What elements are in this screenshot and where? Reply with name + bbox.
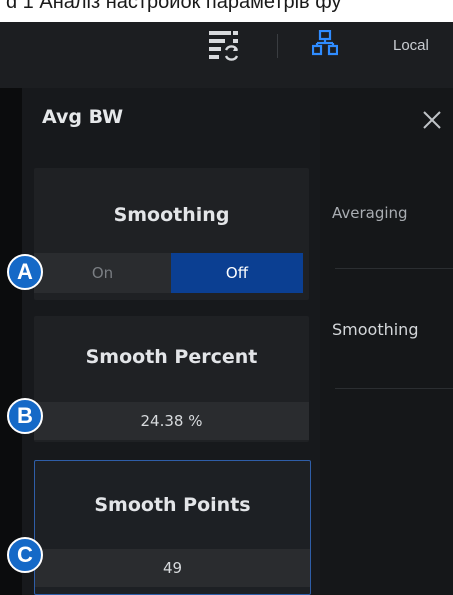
list-separator <box>335 388 453 389</box>
close-icon[interactable] <box>416 104 446 134</box>
smooth-points-title: Smooth Points <box>94 494 251 516</box>
panel-title: Avg BW <box>42 106 124 128</box>
caption-strip: d 1 Аналіз настройок параметрів фу <box>0 0 453 22</box>
list-separator <box>335 268 453 269</box>
caption-text: d 1 Аналіз настройок параметрів фу <box>6 0 342 13</box>
smooth-points-field[interactable]: 49 <box>35 549 310 587</box>
smooth-percent-card: Smooth Percent 24.38 % <box>34 316 309 442</box>
smooth-points-card[interactable]: Smooth Points 49 <box>34 460 311 595</box>
marker-b: B <box>7 398 43 434</box>
marker-c: C <box>7 537 43 573</box>
network-icon[interactable] <box>312 30 338 56</box>
smooth-percent-title: Smooth Percent <box>85 346 258 368</box>
local-label[interactable]: Local <box>393 37 429 54</box>
left-gutter <box>0 88 22 595</box>
smoothing-card: Smoothing On Off <box>34 168 309 300</box>
instrument-ui: Local Avg BW Averaging Smoothing Smoothi… <box>0 22 453 595</box>
list-item-smoothing[interactable]: Smoothing <box>332 320 418 339</box>
toggle-on-option[interactable]: On <box>34 253 171 293</box>
smoothing-title: Smoothing <box>113 204 230 226</box>
toggle-off-option[interactable]: Off <box>171 253 303 293</box>
topbar-divider <box>277 34 278 58</box>
menu-sync-icon[interactable] <box>208 28 242 62</box>
marker-a: A <box>7 254 43 290</box>
list-item-averaging[interactable]: Averaging <box>332 204 408 222</box>
top-bar: Local <box>0 22 453 88</box>
smoothing-toggle[interactable]: On Off <box>34 253 303 293</box>
smooth-percent-field[interactable]: 24.38 % <box>34 402 309 440</box>
